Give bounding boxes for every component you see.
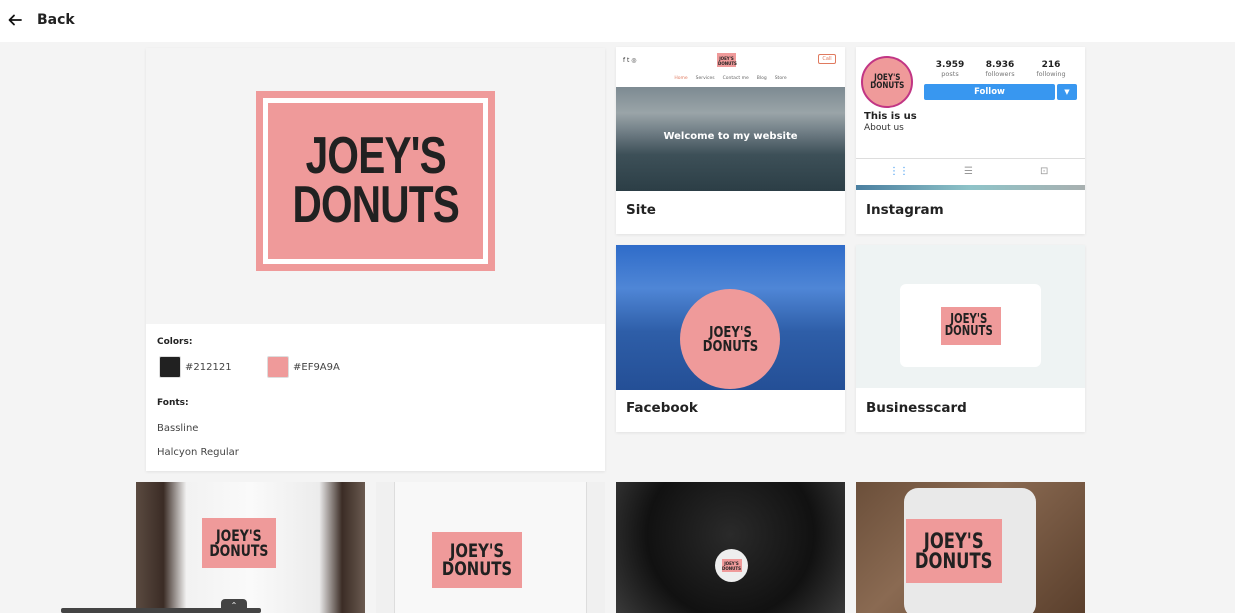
instagram-bio-name: This is us <box>864 111 917 122</box>
back-label: Back <box>37 12 75 28</box>
instagram-avatar: JOEY'S DONUTS <box>861 56 913 108</box>
site-nav-items: Home Services Contact me Blog Store <box>674 76 787 81</box>
brand-card: JOEY'S DONUTS Colors: #212121 #EF9A9A Fo… <box>146 48 605 471</box>
instagram-stat-following: 216 following <box>1036 60 1066 78</box>
tshirt-mockup[interactable]: JOEY'S DONUTS <box>136 482 365 613</box>
facebook-profile-logo: JOEY'S DONUTS <box>680 289 780 389</box>
color-label-dark: #212121 <box>185 362 232 373</box>
social-icons: f t ◎ <box>623 57 637 64</box>
font-item-bassline: Bassline <box>157 423 199 434</box>
color-swatch-pink[interactable] <box>267 356 289 378</box>
site-nav-preview: f t ◎ JOEY'S DONUTS Call Home Services Co… <box>616 47 845 87</box>
fonts-heading: Fonts: <box>157 398 189 408</box>
businesscard-card[interactable]: JOEY'S DONUTS Businesscard <box>856 245 1085 432</box>
logo-line-2: DONUTS <box>292 176 459 234</box>
instagram-follow-button: Follow <box>924 84 1055 100</box>
instagram-bio-text: About us <box>864 123 904 133</box>
tote-bag-mockup[interactable]: JOEY'S DONUTS <box>376 482 605 613</box>
instagram-card[interactable]: JOEY'S DONUTS 3.959 posts 8.936 followers… <box>856 47 1085 234</box>
site-card-title: Site <box>626 202 656 218</box>
color-label-pink: #EF9A9A <box>293 362 340 373</box>
brand-logo: JOEY'S DONUTS <box>256 91 495 271</box>
coaster-mockup[interactable]: JOEY'S DONUTS <box>856 482 1085 613</box>
tag-icon: ⊡ <box>1040 166 1049 177</box>
site-hero-text: Welcome to my website <box>663 131 798 142</box>
logo-line-1: JOEY'S <box>305 126 446 185</box>
businesscard-card-title: Businesscard <box>866 400 967 416</box>
instagram-stat-posts: 3.959 posts <box>935 60 965 78</box>
top-bar: Back <box>0 0 1235 42</box>
business-card-mockup: JOEY'S DONUTS <box>900 284 1041 367</box>
chevron-up-icon[interactable]: ⌃ <box>221 599 247 613</box>
chevron-down-icon: ▼ <box>1057 84 1077 100</box>
site-call-button: Call <box>818 54 836 64</box>
logo-preview: JOEY'S DONUTS <box>146 48 605 324</box>
grid-icon: ⋮⋮ <box>889 166 909 177</box>
facebook-card[interactable]: JOEY'S DONUTS Facebook <box>616 245 845 432</box>
site-hero-image: Welcome to my website <box>616 87 845 191</box>
backpack-badge-mockup[interactable]: JOEY'S DONUTS <box>616 482 845 613</box>
site-logo: JOEY'S DONUTS <box>717 53 737 67</box>
list-icon: ☰ <box>964 166 973 177</box>
arrow-left-icon <box>8 14 22 26</box>
instagram-stat-followers: 8.936 followers <box>985 60 1015 78</box>
instagram-card-title: Instagram <box>866 202 944 218</box>
color-swatch-dark[interactable] <box>159 356 181 378</box>
font-item-halcyon: Halcyon Regular <box>157 447 239 458</box>
site-card[interactable]: f t ◎ JOEY'S DONUTS Call Home Services Co… <box>616 47 845 234</box>
facebook-card-title: Facebook <box>626 400 698 416</box>
colors-heading: Colors: <box>157 337 193 347</box>
back-button[interactable]: Back <box>8 8 75 32</box>
